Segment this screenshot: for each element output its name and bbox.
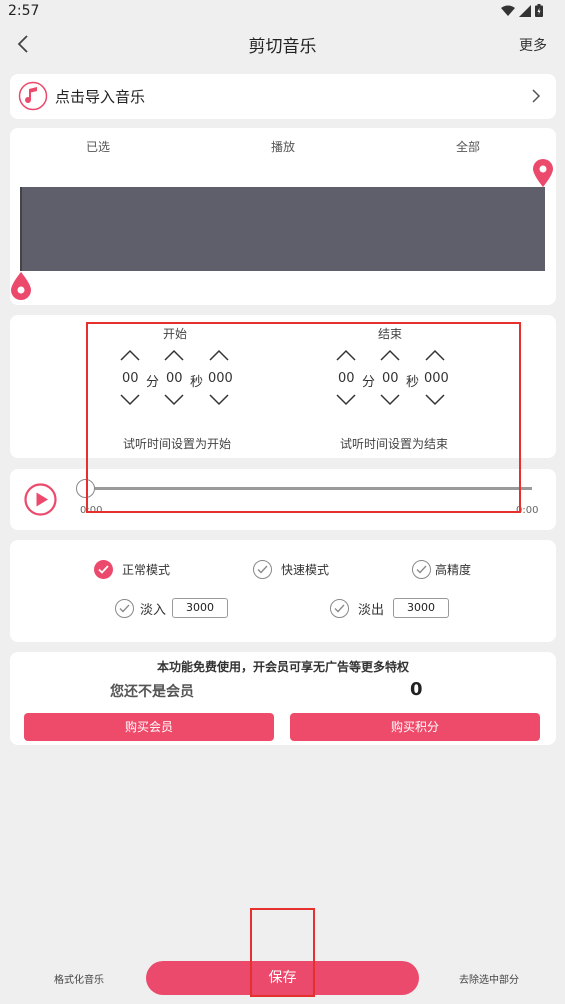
normal-mode-label: 正常模式 — [122, 563, 171, 577]
end-minutes-value[interactable]: 00 — [338, 371, 355, 386]
end-minute-down-icon[interactable] — [335, 393, 357, 407]
membership-status: 您还不是会员 — [110, 684, 194, 700]
battery-icon — [535, 4, 543, 17]
play-label[interactable]: 播放 — [271, 138, 295, 155]
set-start-preview-link[interactable]: 试听时间设置为开始 — [123, 435, 231, 452]
end-minute-up-icon[interactable] — [335, 348, 357, 362]
fast-mode-option[interactable]: 快速模式 — [253, 560, 329, 579]
high-precision-option[interactable]: 高精度 — [412, 560, 471, 579]
chevron-right-icon — [532, 89, 541, 103]
unchecked-icon — [115, 598, 134, 618]
import-music-label: 点击导入音乐 — [55, 88, 146, 106]
end-millis-value[interactable]: 000 — [424, 371, 449, 386]
start-milli-up-icon[interactable] — [208, 348, 230, 362]
import-music-row[interactable]: 点击导入音乐 — [10, 74, 556, 119]
page-title: 剪切音乐 — [248, 37, 317, 57]
membership-panel: 本功能免费使用，开会员可享无广告等更多特权 您还不是会员 0 购买会员 购买积分 — [10, 652, 556, 745]
start-minute-unit: 分 — [146, 375, 160, 390]
fade-in-option[interactable]: 淡入 3000 — [115, 598, 229, 618]
remove-selection-button[interactable]: 去除选中部分 — [459, 971, 519, 986]
selected-label[interactable]: 已选 — [86, 138, 110, 155]
points-count: 0 — [410, 679, 423, 700]
normal-mode-option[interactable]: 正常模式 — [94, 560, 170, 579]
fade-in-input[interactable]: 3000 — [172, 598, 229, 618]
top-bar: 剪切音乐 更多 — [0, 24, 565, 64]
start-milli-down-icon[interactable] — [208, 393, 230, 407]
start-seconds-value[interactable]: 00 — [166, 371, 183, 386]
fade-out-label: 淡出 — [358, 602, 385, 618]
player-panel: 0:00 0:00 — [10, 469, 556, 530]
start-minute-down-icon[interactable] — [119, 393, 141, 407]
set-end-preview-link[interactable]: 试听时间设置为结束 — [340, 435, 448, 452]
music-note-icon — [18, 81, 48, 111]
high-precision-label: 高精度 — [435, 563, 472, 577]
waveform-selection[interactable] — [22, 187, 545, 271]
status-bar: 2:57 — [0, 0, 565, 24]
status-time: 2:57 — [8, 3, 40, 19]
start-second-down-icon[interactable] — [163, 393, 185, 407]
current-time-label: 0:00 — [80, 505, 103, 516]
start-minutes-value[interactable]: 00 — [122, 371, 139, 386]
end-seconds-value[interactable]: 00 — [382, 371, 399, 386]
play-icon[interactable] — [24, 483, 57, 516]
buy-points-button[interactable]: 购买积分 — [290, 713, 540, 741]
end-milli-up-icon[interactable] — [424, 348, 446, 362]
start-title: 开始 — [163, 327, 188, 341]
fast-mode-label: 快速模式 — [281, 563, 330, 577]
status-icons — [501, 4, 543, 17]
start-second-unit: 秒 — [190, 375, 204, 390]
fade-out-input[interactable]: 3000 — [393, 598, 450, 618]
start-minute-up-icon[interactable] — [119, 348, 141, 362]
end-title: 结束 — [378, 327, 403, 341]
waveform-start-line — [20, 187, 22, 271]
unchecked-icon — [330, 598, 349, 618]
wifi-icon — [501, 5, 515, 16]
fade-in-label: 淡入 — [140, 602, 167, 618]
time-settings-panel: 开始 结束 00 分 00 秒 000 00 分 00 秒 000 试听时间设置… — [10, 315, 556, 458]
membership-promo: 本功能免费使用，开会员可享无广告等更多特权 — [156, 660, 409, 674]
checked-icon — [94, 560, 113, 579]
mode-options-panel: 正常模式 快速模式 高精度 淡入 3000 淡出 3000 — [10, 540, 556, 642]
end-second-down-icon[interactable] — [379, 393, 401, 407]
end-milli-down-icon[interactable] — [424, 393, 446, 407]
signal-icon — [519, 4, 531, 17]
save-button[interactable]: 保存 — [146, 961, 419, 995]
progress-thumb[interactable] — [76, 479, 95, 498]
unchecked-icon — [412, 560, 431, 579]
buy-member-button[interactable]: 购买会员 — [24, 713, 274, 741]
progress-track[interactable] — [86, 487, 532, 490]
start-millis-value[interactable]: 000 — [208, 371, 233, 386]
start-marker-pin-icon[interactable] — [10, 271, 32, 301]
start-second-up-icon[interactable] — [163, 348, 185, 362]
fade-out-option[interactable]: 淡出 3000 — [330, 598, 450, 618]
all-label[interactable]: 全部 — [456, 138, 480, 155]
end-minute-unit: 分 — [362, 375, 376, 390]
total-time-label: 0:00 — [516, 505, 539, 516]
unchecked-icon — [253, 560, 272, 579]
format-music-button[interactable]: 格式化音乐 — [54, 971, 104, 986]
more-button[interactable]: 更多 — [519, 35, 547, 55]
end-marker-pin-icon[interactable] — [532, 158, 554, 188]
waveform-panel: 已选 播放 全部 — [10, 128, 556, 305]
end-second-up-icon[interactable] — [379, 348, 401, 362]
end-second-unit: 秒 — [406, 375, 420, 390]
